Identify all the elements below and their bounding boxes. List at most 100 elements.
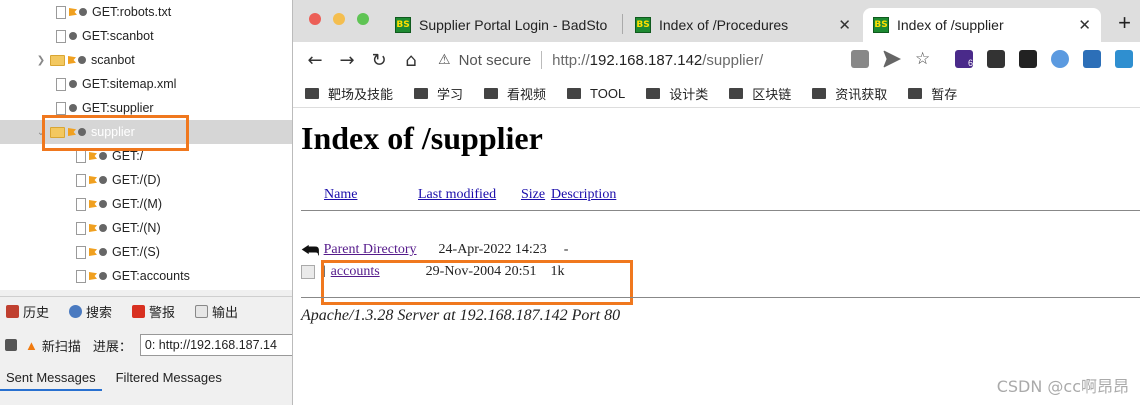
url-host: 192.168.187.142 [589,51,703,69]
tree-item-child[interactable]: GET:/(S) [0,240,300,264]
broken-image-icon [301,265,315,279]
flag-icon [89,152,97,160]
forward-arrow-icon[interactable]: → [331,50,363,71]
tab-sent-messages[interactable]: Sent Messages [0,367,102,391]
search-icon [69,305,83,318]
back-folder-icon: ⮪ [301,238,320,262]
extension-badge-icon[interactable]: 6 [955,50,973,68]
browser-tab-procedures[interactable]: BS Index of /Procedures ✕ [625,8,861,42]
tab-filtered-messages[interactable]: Filtered Messages [110,367,228,391]
flag-icon [89,224,97,232]
tab-separator [622,14,623,34]
file-icon [76,197,86,211]
bookmark-folder[interactable]: 资讯获取 [812,84,887,103]
tree-item-child[interactable]: GET:/(D) [0,168,300,192]
tab-output[interactable]: 输出 [195,302,238,321]
sort-modified-link[interactable]: Last modified [418,187,496,203]
spider-icon [99,248,107,256]
bookmark-folder[interactable]: TOOL [567,86,625,101]
file-icon [76,245,86,259]
badstore-favicon: BS [395,17,411,33]
bookmark-folder[interactable]: 靶场及技能 [305,84,393,103]
url-path: /supplier/ [702,51,764,69]
sort-description-link[interactable]: Description [551,187,616,203]
spider-icon [99,200,107,208]
flag-icon [132,305,146,318]
tree-item-label: GET:accounts [112,269,190,283]
modified-date: 24-Apr-2022 14:23 [438,242,547,257]
folder-icon [50,54,65,66]
bookmark-folder[interactable]: 暂存 [908,84,957,103]
bookmark-folder[interactable]: 区块链 [729,84,791,103]
folder-icon [305,88,319,99]
tree-item-label: GET:/(M) [112,197,162,211]
sort-name-link[interactable]: Name [324,187,357,203]
scan-toolbar: ▲ 新扫描 进展： 0: http://192.168.187.14 [0,330,300,360]
back-arrow-icon[interactable]: ← [299,50,331,71]
bookmark-folder[interactable]: 学习 [414,84,463,103]
file-icon [76,269,86,283]
puzzle-extension-icon[interactable] [1115,50,1133,68]
tab-alerts[interactable]: 警报 [132,302,175,321]
tree-item-child[interactable]: GET:/(M) [0,192,300,216]
sort-size-link[interactable]: Size [521,187,545,203]
bookmark-folder[interactable]: 设计类 [646,84,708,103]
maximize-window-button[interactable] [357,13,369,25]
progress-select[interactable]: 0: http://192.168.187.14 [139,334,300,356]
spider-icon [69,80,77,88]
minimize-window-button[interactable] [333,13,345,25]
tree-item-sitemap[interactable]: GET:sitemap.xml [0,72,300,96]
game-extension-icon[interactable] [1019,50,1037,68]
spider-icon [99,272,107,280]
tree-item-scanbot-folder[interactable]: ❯ scanbot [0,48,300,72]
file-icon [76,173,86,187]
reload-icon[interactable]: ↻ [363,50,395,71]
tree-item-child[interactable]: GET:/(N) [0,216,300,240]
mask-extension-icon[interactable] [987,50,1005,68]
fire-icon: ▲ [25,337,38,353]
file-icon [56,29,66,43]
spider-icon [69,32,77,40]
browser-tab-supplier[interactable]: BS Index of /supplier ✕ [863,8,1101,42]
tab-strip: BS Supplier Portal Login - BadSto BS Ind… [293,0,1140,42]
close-window-button[interactable] [309,13,321,25]
folder-icon [812,88,827,99]
file-icon [76,221,86,235]
browser-tab-login[interactable]: BS Supplier Portal Login - BadSto [385,8,615,42]
divider [541,51,543,69]
tab-history[interactable]: 历史 [6,302,49,321]
progress-label: 进展： [92,338,132,354]
translate-icon[interactable] [851,50,869,68]
tab-search[interactable]: 搜索 [69,302,112,321]
document-icon [195,305,209,318]
history-icon [6,305,19,318]
tree-item-label: GET:/(S) [112,245,160,259]
shield-extension-icon[interactable] [1083,50,1101,68]
star-icon[interactable]: ☆ [915,50,933,68]
new-tab-button[interactable]: + [1118,10,1131,36]
divider [301,210,1140,211]
address-bar[interactable]: ⚠ Not secure http://192.168.187.142/supp… [438,46,763,74]
tree-item-child[interactable]: GET:accounts [0,264,300,288]
message-tabs: Sent Messages Filtered Messages [0,367,300,391]
new-scan-button[interactable]: 新扫描 [42,336,81,355]
parent-directory-link[interactable]: Parent Directory [324,242,417,258]
circle-extension-icon[interactable] [1051,50,1069,68]
bookmark-folder[interactable]: 看视频 [484,84,546,103]
home-icon[interactable]: ⌂ [395,50,427,71]
tree-item-scanbot-get[interactable]: GET:scanbot [0,24,300,48]
zap-bottom-tabs: 历史 搜索 警报 输出 [0,296,300,326]
page-content: Index of /supplier Name Last modified Si… [293,108,1140,405]
folder-icon [567,88,582,99]
chevron-right-icon[interactable]: ❯ [36,55,46,66]
file-icon [56,77,66,91]
flag-icon [89,176,97,184]
flag-icon [89,272,97,280]
spider-icon [79,8,87,16]
close-tab-icon[interactable]: ✕ [838,16,851,34]
close-tab-icon[interactable]: ✕ [1078,16,1091,34]
tree-item-label: GET:/(N) [112,221,161,235]
badstore-favicon: BS [635,17,651,33]
tree-item-robots[interactable]: GET:robots.txt [0,0,300,24]
tree-item-label: GET:supplier [82,101,154,115]
